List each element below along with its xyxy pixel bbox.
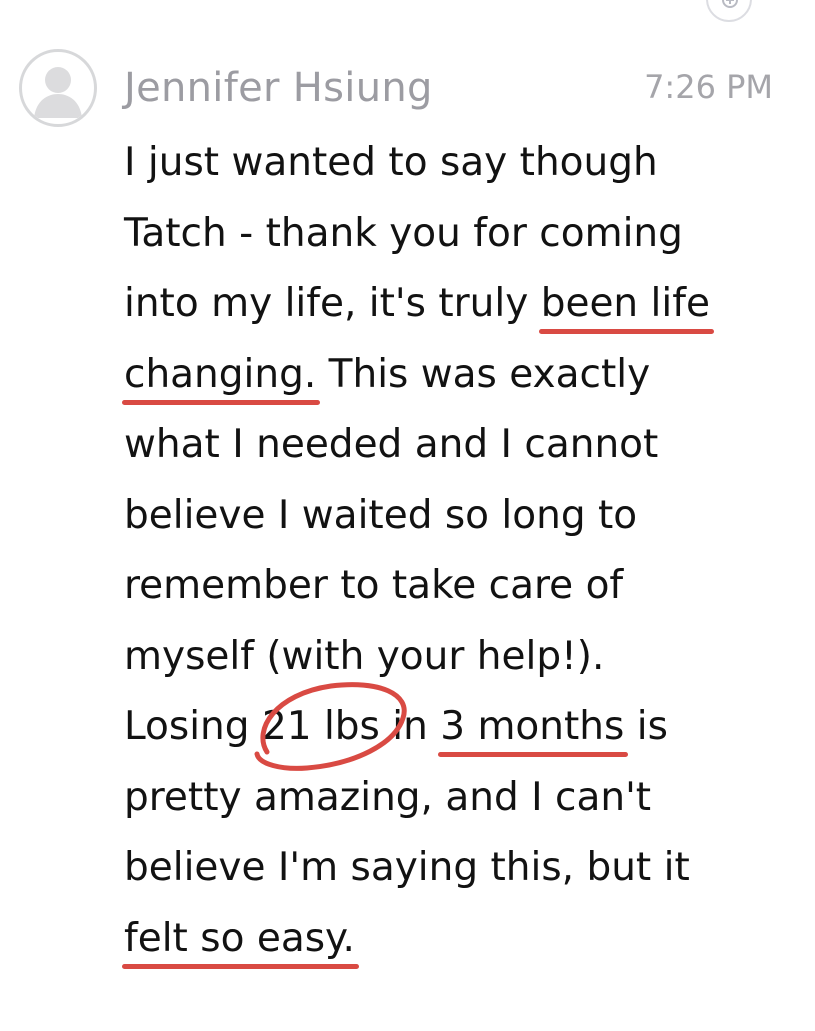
sender-name: Jennifer Hsiung <box>124 65 433 111</box>
text-segment: myself (with your help!). <box>124 633 605 679</box>
message-line: believe I waited so long to <box>124 481 794 552</box>
text-segment: is <box>624 704 668 749</box>
circled-phrase: 21 lbs <box>261 704 380 749</box>
message-line: believe I'm saying this, but it <box>124 833 794 904</box>
message-line: pretty amazing, and I can't <box>124 763 794 834</box>
message-line: felt so easy. <box>124 904 794 975</box>
text-segment: in <box>379 704 441 749</box>
text-segment: Tatch - thank you for coming <box>124 210 683 256</box>
text-segment: Losing <box>124 704 262 749</box>
corner-action-button[interactable] <box>706 0 752 22</box>
underlined-phrase: felt so easy. <box>124 915 355 961</box>
message-line: Losing 21 lbs in 3 months is <box>124 692 794 763</box>
message-line: what I needed and I cannot <box>124 410 794 481</box>
text-segment: believe I waited so long to <box>124 492 638 538</box>
message-line: remember to take care of <box>124 551 794 622</box>
underlined-phrase: 3 months <box>440 704 625 749</box>
message-line: I just wanted to say though <box>124 128 794 199</box>
text-segment: remember to take care of <box>124 563 624 608</box>
message-line: into my life, it's truly been life <box>124 269 794 340</box>
underlined-phrase: changing. <box>124 351 317 397</box>
message-line: myself (with your help!). <box>124 622 794 693</box>
add-icon <box>722 0 738 8</box>
text-segment: pretty amazing, and I can't <box>124 774 652 820</box>
message-timestamp: 7:26 PM <box>644 68 773 106</box>
text-segment: believe I'm saying this, but it <box>124 845 690 890</box>
message-body: I just wanted to say though Tatch - than… <box>124 128 794 974</box>
text-segment: I just wanted to say though <box>124 140 658 185</box>
underlined-phrase: been life <box>540 281 710 326</box>
message-line: Tatch - thank you for coming <box>124 199 794 270</box>
message-line: changing. This was exactly <box>124 340 794 411</box>
person-placeholder-icon <box>34 67 82 118</box>
text-segment: what I needed and I cannot <box>124 422 659 467</box>
avatar[interactable] <box>19 49 97 127</box>
text-segment: This was exactly <box>316 351 651 397</box>
text-segment: into my life, it's truly <box>124 281 541 326</box>
